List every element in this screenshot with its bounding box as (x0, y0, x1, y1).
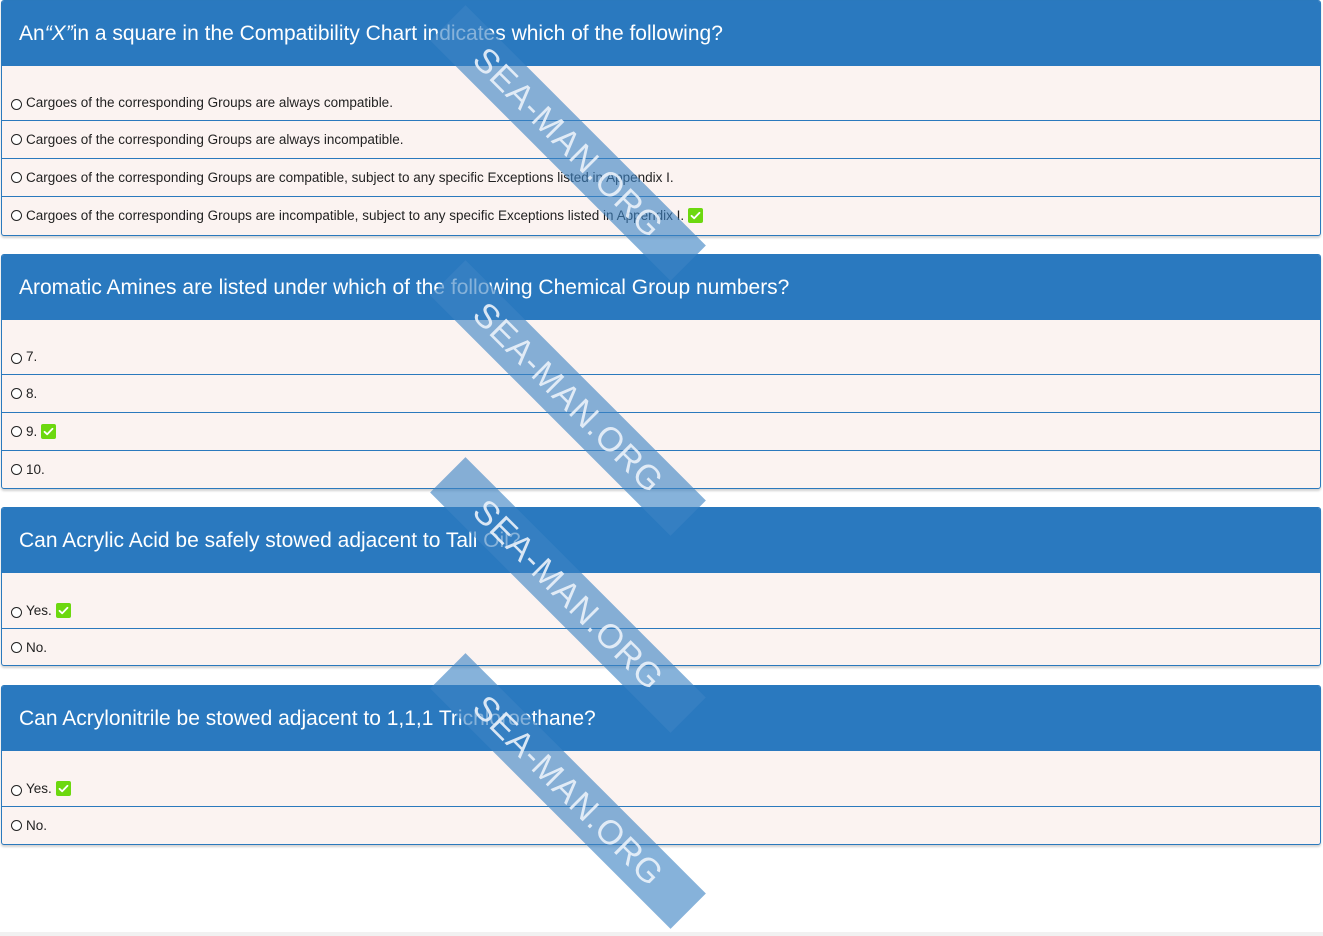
option-label: 10. (26, 462, 45, 477)
radio-button[interactable] (11, 464, 22, 475)
question-title-2: Aromatic Amines are listed under which o… (2, 255, 1320, 320)
option-label: No. (26, 639, 48, 655)
option-label: Yes. (26, 781, 52, 796)
radio-button[interactable] (11, 820, 22, 831)
question-title-4: Can Acrylonitrile be stowed adjacent to … (2, 686, 1320, 751)
radio-button[interactable] (11, 353, 22, 364)
option-1-a[interactable]: Cargoes of the corresponding Groups are … (2, 66, 1320, 120)
page-bottom-divider (0, 932, 1323, 936)
radio-button[interactable] (11, 210, 22, 221)
option-label: Cargoes of the corresponding Groups are … (26, 170, 674, 185)
question-title-1: An “X” in a square in the Compatibility … (2, 1, 1320, 66)
radio-button[interactable] (11, 426, 22, 437)
option-label: 9. (26, 424, 38, 439)
question-card-4: Can Acrylonitrile be stowed adjacent to … (1, 685, 1321, 845)
option-label: Yes. (26, 603, 52, 618)
option-1-c[interactable]: Cargoes of the corresponding Groups are … (2, 158, 1320, 196)
option-label: No. (26, 818, 48, 833)
radio-button[interactable] (11, 134, 22, 145)
question-card-3: Can Acrylic Acid be safely stowed adjace… (1, 507, 1321, 666)
correct-check-icon (55, 781, 71, 796)
option-label: 7. (26, 349, 38, 364)
radio-button[interactable] (11, 641, 22, 653)
radio-button[interactable] (11, 172, 22, 183)
option-1-d[interactable]: Cargoes of the corresponding Groups are … (2, 196, 1320, 234)
question-card-2: Aromatic Amines are listed under which o… (1, 254, 1321, 489)
option-4-b[interactable]: No. (2, 806, 1320, 844)
option-label: Cargoes of the corresponding Groups are … (26, 95, 393, 110)
correct-check-icon (55, 603, 71, 618)
radio-button[interactable] (11, 99, 22, 110)
option-2-c[interactable]: 9. (2, 412, 1320, 450)
correct-check-icon (688, 208, 704, 223)
option-label: Cargoes of the corresponding Groups are … (26, 132, 404, 147)
radio-button[interactable] (11, 785, 22, 796)
correct-check-icon (41, 424, 57, 439)
option-3-b[interactable]: No. (2, 628, 1320, 665)
option-2-b[interactable]: 8. (2, 374, 1320, 412)
option-label: 8. (26, 386, 38, 401)
option-label: Cargoes of the corresponding Groups are … (26, 208, 685, 223)
radio-button[interactable] (11, 607, 22, 618)
option-2-a[interactable]: 7. (2, 320, 1320, 374)
question-card-1: An “X” in a square in the Compatibility … (1, 0, 1321, 236)
option-4-a[interactable]: Yes. (2, 751, 1320, 806)
radio-button[interactable] (11, 388, 22, 399)
option-1-b[interactable]: Cargoes of the corresponding Groups are … (2, 120, 1320, 158)
question-title-3: Can Acrylic Acid be safely stowed adjace… (2, 508, 1320, 573)
option-2-d[interactable]: 10. (2, 450, 1320, 488)
option-3-a[interactable]: Yes. (2, 573, 1320, 628)
